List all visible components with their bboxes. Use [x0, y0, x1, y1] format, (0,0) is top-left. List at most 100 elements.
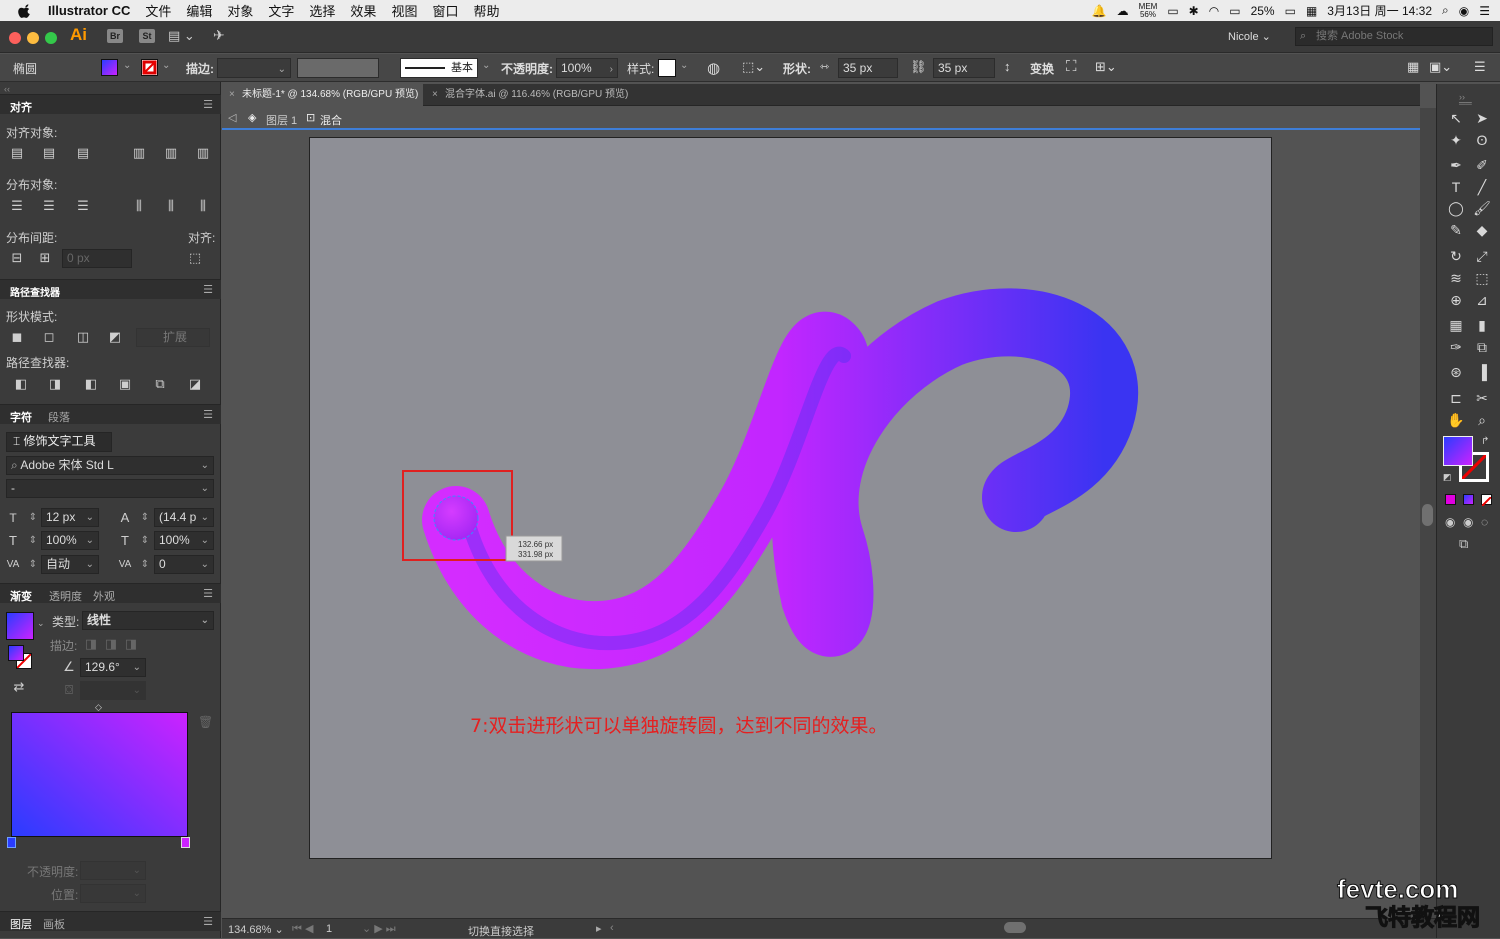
stepper-icon[interactable]: ⇕ [26, 558, 40, 572]
artboards-tab[interactable]: 画板 [43, 916, 65, 932]
spacing-input[interactable]: 0 px [62, 249, 132, 268]
selection-tool-icon[interactable]: ↖ [1445, 108, 1467, 128]
distribute-bottom-icon[interactable]: ☰ [76, 199, 90, 213]
align-vcenter-icon[interactable]: ▥ [164, 146, 178, 160]
merge-icon[interactable]: ◧ [84, 377, 98, 391]
airplay-icon[interactable]: ▭ [1229, 4, 1240, 18]
align-hcenter-icon[interactable]: ▤ [42, 146, 56, 160]
crop-icon[interactable]: ▣ [118, 377, 132, 391]
rotate-tool-icon[interactable]: ↻ [1445, 246, 1467, 266]
align-top-icon[interactable]: ▥ [132, 146, 146, 160]
fill-swatch[interactable] [101, 59, 118, 76]
default-colors-icon[interactable]: ◩ [1443, 472, 1452, 483]
distribute-right-icon[interactable]: ⫼ [196, 199, 210, 213]
scrollbar-thumb[interactable] [1422, 504, 1433, 526]
stepper-icon[interactable]: ⇕ [138, 534, 152, 548]
tab-mixed-font[interactable]: × 混合字体.ai @ 116.46% (RGB/GPU 预览) [425, 84, 635, 106]
font-size-input[interactable]: 12 px ⌄ [41, 508, 99, 527]
constrain-proportions-icon[interactable]: ⛓ [910, 59, 927, 75]
type-tool-icon[interactable]: T [1445, 177, 1467, 197]
line-tool-icon[interactable]: ╱ [1471, 177, 1493, 197]
slice-tool-icon[interactable]: ✂ [1471, 388, 1493, 408]
unite-icon[interactable]: ◼ [10, 330, 24, 344]
bluetooth-icon[interactable]: ✱ [1189, 4, 1199, 18]
crumb-group[interactable]: 混合 [320, 112, 342, 128]
battery-icon[interactable]: ▭ [1285, 4, 1296, 18]
align-panel-title[interactable]: 对齐 [10, 99, 32, 115]
zoom-select[interactable]: 134.68% ⌄ [228, 923, 284, 936]
pen-tool-icon[interactable]: ✒ [1445, 155, 1467, 175]
stroke-gradient-within-icon[interactable]: ◨ [84, 637, 98, 651]
symbol-sprayer-tool-icon[interactable]: ⊛ [1445, 362, 1467, 382]
paintbrush-tool-icon[interactable]: 🖌 [1471, 198, 1493, 218]
arrange-panels-icon[interactable]: ▦ [1407, 59, 1419, 75]
vertical-scale-input[interactable]: 100% ⌄ [41, 531, 99, 550]
gradient-preview-swatch[interactable] [6, 612, 34, 640]
opacity-input[interactable]: 100% › [556, 58, 618, 78]
scale-tool-icon[interactable]: ⤢ [1471, 246, 1493, 266]
next-artboard-icon[interactable]: ⌄ ▶ ⏭ [362, 922, 396, 936]
control-menu-icon[interactable]: ☰ [1474, 59, 1486, 75]
transparency-tab[interactable]: 透明度 [49, 588, 82, 604]
menu-effect[interactable]: 效果 [350, 1, 376, 20]
menu-object[interactable]: 对象 [227, 1, 253, 20]
siri-icon[interactable]: ◉ [1459, 4, 1469, 18]
column-graph-tool-icon[interactable]: ▐ [1471, 362, 1493, 382]
delete-stop-icon[interactable]: 🗑 [198, 715, 213, 729]
stepper-icon[interactable]: ⇕ [138, 558, 152, 572]
user-menu[interactable]: Nicole ⌄ [1228, 30, 1271, 43]
graphic-style-swatch[interactable] [658, 59, 676, 77]
eraser-tool-icon[interactable]: ◆ [1471, 220, 1493, 240]
color-mode-button[interactable] [1445, 494, 1456, 505]
horizontal-scroll-thumb[interactable] [1004, 922, 1026, 933]
zoom-tool-icon[interactable]: ⌕ [1471, 410, 1493, 430]
notification-icon[interactable]: ☰ [1479, 4, 1490, 18]
draw-inside-icon[interactable]: ◌ [1481, 515, 1488, 529]
blend-tool-icon[interactable]: ⧉ [1471, 337, 1493, 357]
panel-menu-icon[interactable]: ☰ [203, 408, 213, 421]
stock-button[interactable]: St [139, 29, 155, 43]
stroke-gradient-across-icon[interactable]: ◨ [124, 637, 138, 651]
apple-icon[interactable] [18, 3, 32, 18]
vertical-scrollbar[interactable] [1420, 108, 1436, 918]
align-left-icon[interactable]: ▤ [10, 146, 24, 160]
screen-mode-icon[interactable]: ⧉ [1459, 536, 1468, 552]
gradient-tab[interactable]: 渐变 [10, 588, 32, 604]
distribute-hcenter-icon[interactable]: ⫼ [164, 199, 178, 213]
blend-artwork[interactable]: 132.66 px 331.98 px 7:双击进形状可以单独旋转圆，达到不同的… [310, 138, 1273, 860]
mesh-tool-icon[interactable]: ▦ [1445, 315, 1467, 335]
gradient-mode-button[interactable] [1463, 494, 1474, 505]
stroke-gradient-along-icon[interactable]: ◨ [104, 637, 118, 651]
first-artboard-icon[interactable]: ⏮ ◀ [292, 922, 313, 936]
mem-indicator[interactable]: MEM 56% [1139, 2, 1158, 19]
swap-fill-stroke-icon[interactable]: ↱ [1481, 436, 1489, 447]
menu-app[interactable]: Illustrator CC [48, 3, 130, 18]
curvature-tool-icon[interactable]: ✐ [1471, 155, 1493, 175]
align-to-selection-icon[interactable]: ⬚⌄ [742, 59, 765, 75]
bell-icon[interactable]: 🔔 [1092, 4, 1107, 18]
chevron-down-icon[interactable]: ⌄ [37, 618, 45, 629]
perspective-grid-tool-icon[interactable]: ⊿ [1471, 290, 1493, 310]
stroke-swatch[interactable] [141, 59, 158, 76]
gradient-ramp[interactable] [11, 712, 188, 837]
brush-definition-select[interactable]: 基本 [400, 58, 478, 78]
display-icon[interactable]: ▭ [1167, 4, 1178, 18]
magic-wand-tool-icon[interactable]: ✦ [1445, 130, 1467, 150]
stop-opacity-input[interactable]: ⌄ [80, 861, 146, 880]
cloud-icon[interactable]: ☁ [1117, 4, 1129, 18]
layers-tab[interactable]: 图层 [10, 916, 32, 932]
gpu-performance-icon[interactable]: ✈ [213, 27, 225, 44]
kerning-input[interactable]: 自动 ⌄ [41, 555, 99, 574]
fill-indicator[interactable] [8, 645, 24, 661]
minus-front-icon[interactable]: ◻ [42, 330, 56, 344]
close-window-button[interactable] [9, 32, 21, 44]
fill-color-box[interactable] [1443, 436, 1473, 466]
menu-type[interactable]: 文字 [268, 1, 294, 20]
chevron-down-icon[interactable]: ⌄ [123, 60, 131, 71]
opacity-label[interactable]: 不透明度: [501, 60, 553, 77]
stock-search-input[interactable]: ⌕ 搜索 Adobe Stock [1295, 27, 1493, 46]
panel-menu-icon[interactable]: ☰ [203, 587, 213, 600]
crumb-layer[interactable]: 图层 1 [266, 112, 297, 128]
status-menu-arrow[interactable]: ▸ [596, 922, 602, 935]
shaper-tool-icon[interactable]: ✎ [1445, 220, 1467, 240]
